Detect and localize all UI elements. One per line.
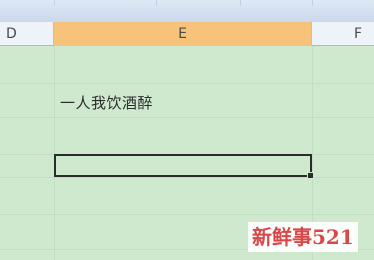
column-header-f[interactable]: F (312, 22, 374, 46)
row-gridline (0, 117, 374, 118)
fill-handle[interactable] (307, 172, 314, 179)
row-gridline (0, 214, 374, 215)
cell-e-text[interactable]: 一人我饮酒醉 (60, 92, 153, 113)
ribbon-divider (54, 0, 55, 6)
ribbon-divider (312, 0, 313, 6)
selected-cell[interactable] (54, 154, 314, 179)
row-gridline (0, 83, 374, 84)
column-header-bar: D E F (0, 22, 374, 46)
ribbon-edge (0, 0, 374, 23)
row-gridline (0, 177, 374, 178)
ribbon-divider (240, 0, 241, 6)
watermark-logo: 新鲜事521 (248, 222, 358, 252)
column-header-d[interactable]: D (0, 22, 54, 46)
column-header-e[interactable]: E (54, 22, 312, 46)
ribbon-divider (156, 0, 157, 6)
column-gridline (54, 46, 55, 260)
